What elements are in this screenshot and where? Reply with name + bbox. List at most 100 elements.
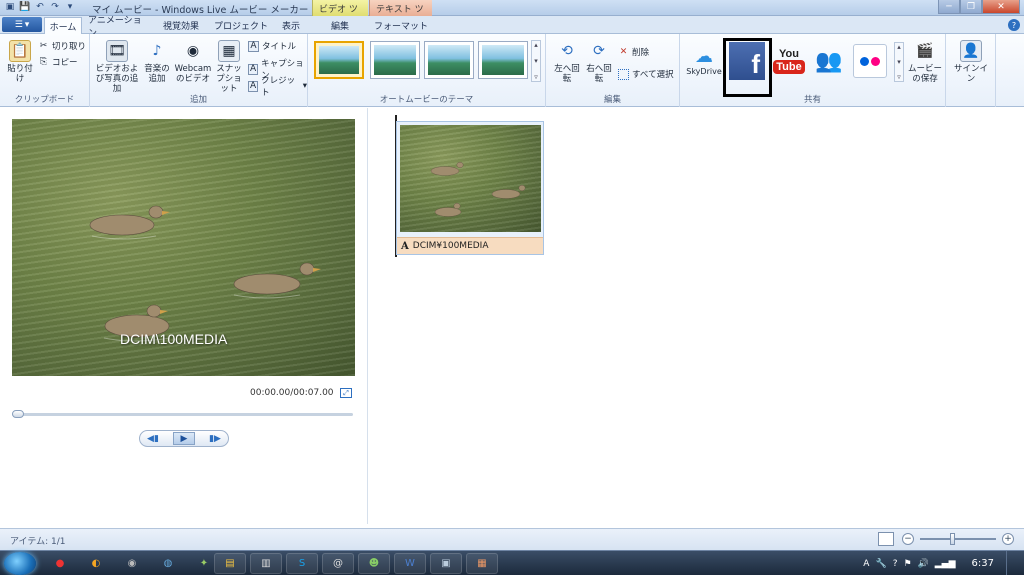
thumbnail-size-icon[interactable]: [878, 532, 894, 546]
paste-button[interactable]: 📋 貼り付け: [6, 40, 34, 84]
theme-default[interactable]: [314, 41, 364, 79]
explorer-taskbar-icon[interactable]: ▤: [214, 553, 246, 574]
previous-frame-icon[interactable]: ◀▮: [147, 434, 159, 444]
title-button[interactable]: A タイトル: [248, 40, 296, 52]
volume-icon[interactable]: 🔊: [918, 559, 929, 569]
sign-in-button[interactable]: 👤 サインイン: [950, 40, 992, 84]
video-preview[interactable]: DCIM\100MEDIA: [12, 119, 355, 376]
chevron-down-icon: ▾: [302, 81, 307, 91]
close-button[interactable]: ✕: [982, 0, 1020, 14]
theme-gallery-scroll[interactable]: ▴ ▾ ▿: [531, 40, 541, 82]
share-gallery-scroll[interactable]: ▴ ▾ ▿: [894, 42, 904, 82]
theme-thumbnail: [319, 46, 359, 74]
zoom-in-icon[interactable]: +: [1002, 533, 1014, 545]
next-frame-icon[interactable]: ▮▶: [209, 434, 221, 444]
cut-button[interactable]: ✂ 切り取り: [38, 40, 86, 52]
clipboard-group: 📋 貼り付け ✂ 切り取り ⎘ コピー クリップボード: [0, 34, 90, 107]
menu-icon: ☰: [14, 19, 23, 30]
help-icon[interactable]: ?: [1008, 19, 1020, 31]
messenger-taskbar-icon[interactable]: ☻: [358, 553, 390, 574]
storyboard-clip[interactable]: A DCIM¥100MEDIA: [396, 121, 544, 255]
youtube-button[interactable]: You Tube: [771, 43, 807, 79]
webcam-video-button[interactable]: ◉ Webcam のビデオ: [174, 40, 212, 84]
notes-taskbar-icon[interactable]: ▥: [250, 553, 282, 574]
clipboard-icon: 📋: [9, 40, 31, 62]
rotate-left-button[interactable]: ⟲ 左へ回転: [552, 40, 582, 84]
facebook-highlight-box: [723, 38, 772, 97]
skype-taskbar-icon[interactable]: S: [286, 553, 318, 574]
maximize-button[interactable]: ❐: [960, 0, 982, 14]
sign-in-group: 👤 サインイン: [946, 34, 996, 107]
scissors-icon: ✂: [39, 41, 48, 51]
fullscreen-icon[interactable]: ⤢: [340, 388, 352, 398]
video-tools-context: ビデオ ツール: [312, 0, 368, 28]
wrench-icon[interactable]: 🔧: [875, 559, 886, 569]
preview-pane: DCIM\100MEDIA 00:00.00/00:07.00 ⤢ ◀▮ ▶ ▮…: [0, 108, 368, 524]
movie-maker-taskbar-icon[interactable]: ▦: [466, 553, 498, 574]
select-all-button[interactable]: すべて選択: [618, 68, 674, 80]
undo-icon[interactable]: ↶: [34, 1, 46, 13]
help-tray-icon[interactable]: ?: [893, 559, 898, 569]
ime-icon[interactable]: A: [863, 559, 869, 569]
theme-fade[interactable]: [424, 41, 474, 79]
expand-gallery-icon: ▿: [534, 73, 538, 81]
caption-icon: A: [248, 63, 259, 75]
save-movie-button[interactable]: 🎬 ムービーの保存: [906, 40, 944, 84]
share-group-label: 共有: [803, 95, 821, 105]
snapshot-button[interactable]: ▦ スナップショット: [214, 40, 244, 94]
skydrive-button[interactable]: ☁ SkyDrive: [686, 43, 722, 79]
theme-thumbnail: [482, 45, 524, 75]
copy-label: コピー: [52, 58, 78, 68]
media-taskbar-icon[interactable]: ◉: [116, 553, 148, 574]
zoom-slider[interactable]: [920, 533, 996, 545]
tab-project[interactable]: プロジェクト: [212, 17, 270, 34]
edit-group-label: 編集: [603, 95, 621, 105]
tab-format[interactable]: フォーマット: [372, 17, 430, 34]
add-video-photos-button[interactable]: 🎞 ビデオおよび写真の追加: [94, 40, 140, 94]
tab-visual-effects[interactable]: 視覚効果: [155, 17, 207, 34]
minimize-button[interactable]: ─: [938, 0, 960, 14]
flickr-button[interactable]: [852, 43, 888, 79]
tab-edit[interactable]: 編集: [318, 17, 362, 34]
add-group-label: 追加: [189, 95, 207, 105]
browser-taskbar-icon[interactable]: ◍: [152, 553, 184, 574]
application-menu-button[interactable]: ☰ ▾: [2, 17, 42, 32]
seek-bar[interactable]: [12, 410, 353, 418]
theme-pan-zoom[interactable]: [478, 41, 528, 79]
show-desktop-button[interactable]: [1006, 551, 1016, 575]
clock[interactable]: 6:37: [972, 558, 994, 569]
automovie-themes-label: オートムービーのテーマ: [379, 95, 474, 105]
copy-button[interactable]: ⎘ コピー: [38, 56, 78, 68]
add-video-photos-label: ビデオおよび写真の追加: [95, 64, 139, 94]
delete-button[interactable]: ✕ 削除: [618, 46, 649, 58]
save-icon[interactable]: 💾: [19, 1, 31, 13]
ribbon: 📋 貼り付け ✂ 切り取り ⎘ コピー クリップボード 🎞 ビデオおよび写真の追…: [0, 34, 1024, 107]
rotate-right-button[interactable]: ⟳ 右へ回転: [584, 40, 614, 84]
app-icon[interactable]: ▣: [4, 1, 16, 13]
play-button[interactable]: ▶: [172, 432, 195, 445]
theme-thumbnail: [428, 45, 470, 75]
redo-icon[interactable]: ↷: [49, 1, 61, 13]
network-icon[interactable]: ▂▄▆: [935, 559, 956, 569]
opera-taskbar-icon[interactable]: ●: [44, 553, 76, 574]
clip-caption-text: DCIM¥100MEDIA: [412, 241, 489, 251]
delete-x-icon: ✕: [619, 47, 628, 57]
add-music-button[interactable]: ♪ 音楽の追加: [142, 40, 172, 84]
at-taskbar-icon[interactable]: @: [322, 553, 354, 574]
customize-qat-icon[interactable]: ▾: [64, 1, 76, 13]
title-label: タイトル: [262, 42, 297, 52]
flag-icon[interactable]: ⚑: [903, 559, 911, 569]
word-taskbar-icon[interactable]: W: [394, 553, 426, 574]
window-taskbar-icon[interactable]: ▣: [430, 553, 462, 574]
start-button[interactable]: [4, 552, 36, 575]
tab-home[interactable]: ホーム: [44, 17, 82, 34]
theme-contemporary[interactable]: [370, 41, 420, 79]
zoom-slider-thumb[interactable]: [950, 533, 955, 545]
seek-thumb[interactable]: [12, 410, 24, 418]
tab-animations[interactable]: アニメーション: [88, 16, 150, 39]
firefox-taskbar-icon[interactable]: ◐: [80, 553, 112, 574]
zoom-out-icon[interactable]: −: [902, 533, 914, 545]
messenger-button[interactable]: 👥: [811, 43, 847, 79]
tab-view[interactable]: 表示: [274, 17, 308, 34]
clip-caption-bar[interactable]: A DCIM¥100MEDIA: [397, 237, 543, 254]
